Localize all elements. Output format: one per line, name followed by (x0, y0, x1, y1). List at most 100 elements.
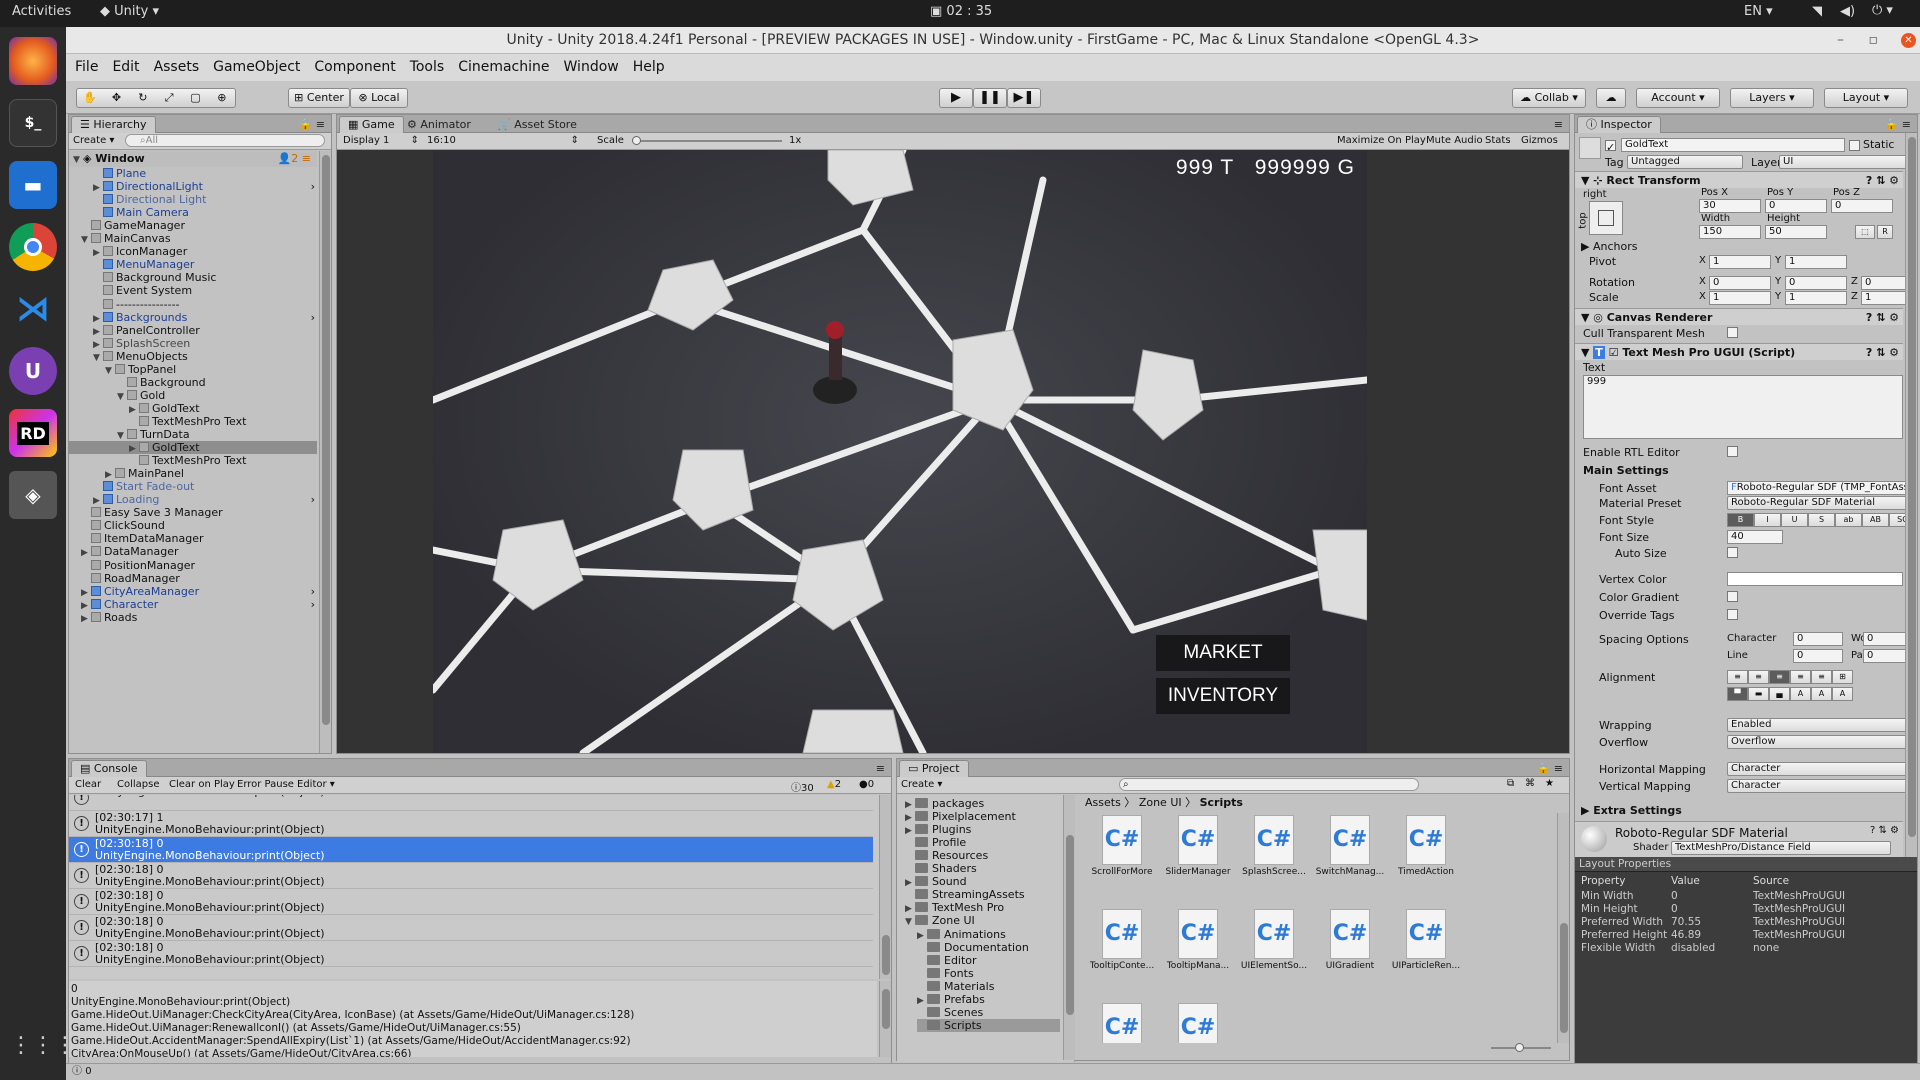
city-node[interactable] (802, 709, 904, 753)
pos-x-field[interactable]: 30 (1699, 199, 1761, 213)
hierarchy-row[interactable]: ▶ Loading › (69, 493, 317, 506)
hand-tool-icon[interactable]: ✋ (77, 89, 103, 107)
hierarchy-row[interactable]: Event System (69, 284, 317, 297)
align-midline-icon[interactable]: A (1811, 687, 1832, 701)
script-asset[interactable]: C#VirtualCurso... (1163, 1003, 1233, 1043)
move-tool-icon[interactable]: ✥ (103, 89, 129, 107)
script-asset[interactable]: C# UIElementSo... (1239, 909, 1309, 971)
project-folder[interactable]: ▶ TextMesh Pro (905, 901, 1060, 914)
city-node[interactable] (1312, 529, 1367, 621)
align-top-icon[interactable]: ▀ (1727, 687, 1748, 701)
width-field[interactable]: 150 (1699, 225, 1761, 239)
rider-icon[interactable]: RD (9, 409, 57, 457)
scale-slider-handle[interactable] (632, 136, 641, 145)
market-button[interactable]: MARKET (1156, 635, 1290, 671)
console-clear-on-play-button[interactable]: Clear on Play (169, 779, 235, 790)
open-prefab-icon[interactable]: › (311, 585, 315, 598)
tab-inspector[interactable]: ⓘ Inspector (1577, 116, 1661, 133)
script-asset[interactable]: C# TooltipConte... (1087, 909, 1157, 971)
console-detail-scrollbar[interactable] (879, 981, 891, 1057)
menu-tools[interactable]: Tools (403, 54, 452, 81)
hierarchy-row[interactable]: ▶ IconManager (69, 245, 317, 258)
asset-grid-scrollbar[interactable] (1557, 813, 1569, 1043)
component-menu-icon[interactable]: ? ⇅ ⚙ (1866, 309, 1899, 326)
hierarchy-row[interactable]: ▶ DataManager (69, 545, 317, 558)
active-checkbox[interactable]: ✓ (1605, 140, 1616, 154)
scrollbar-thumb[interactable] (1066, 835, 1074, 1015)
play-button[interactable]: ▶ (939, 88, 973, 108)
stats-toggle[interactable]: Stats (1485, 135, 1511, 146)
project-panel-menu-icon[interactable]: 🔒 ≡ (1537, 761, 1563, 777)
hierarchy-row[interactable]: ▶ MainPanel (69, 467, 317, 480)
vscode-icon[interactable]: ⋊ (9, 285, 57, 333)
hierarchy-row[interactable]: Plane (69, 167, 317, 180)
console-clear-button[interactable]: Clear (75, 779, 101, 790)
height-field[interactable]: 50 (1765, 225, 1827, 239)
pos-y-field[interactable]: 0 (1765, 199, 1827, 213)
files-icon[interactable]: ▬ (9, 161, 57, 209)
menu-window[interactable]: Window (557, 54, 626, 81)
transform-tool-icon[interactable]: ⊕ (209, 89, 235, 107)
gameobject-name-field[interactable]: GoldText (1621, 138, 1845, 152)
align-left-icon[interactable]: ≡ (1727, 670, 1748, 684)
script-asset[interactable]: C#VirtualCurso... (1087, 1003, 1157, 1043)
panel-menu-icon[interactable]: 🔒 ≡ (299, 117, 325, 133)
tmp-enabled-checkbox[interactable]: ☑ (1609, 346, 1623, 359)
style-underline-button[interactable]: U (1781, 513, 1808, 527)
inventory-button[interactable]: INVENTORY (1156, 678, 1290, 714)
hierarchy-row[interactable]: ▼ TopPanel (69, 363, 317, 376)
hierarchy-row[interactable]: TextMeshPro Text (69, 415, 317, 428)
extra-settings-foldout[interactable]: ▶ Extra Settings (1581, 804, 1682, 817)
hierarchy-row[interactable]: ▶ DirectionalLight › (69, 180, 317, 193)
project-folder[interactable]: Documentation (917, 941, 1060, 954)
hierarchy-row[interactable]: ▶ PanelController (69, 324, 317, 337)
hierarchy-row[interactable]: ▶ SplashScreen (69, 337, 317, 350)
anchor-presets-button[interactable] (1589, 201, 1623, 235)
game-viewport[interactable]: 999 T 999999 G MARKET INVENTORY (433, 150, 1367, 753)
canvas-renderer-header[interactable]: ▼ ◎ Canvas Renderer ? ⇅ ⚙ (1575, 308, 1903, 325)
cull-mesh-checkbox[interactable] (1727, 327, 1738, 338)
hierarchy-row[interactable]: Start Fade-out (69, 480, 317, 493)
close-button[interactable]: ✕ (1901, 33, 1916, 48)
component-menu-icon[interactable]: ? ⇅ ⚙ (1866, 172, 1899, 189)
show-apps-icon[interactable]: ⋮⋮⋮ (10, 1023, 76, 1069)
script-asset[interactable]: C# UIParticleRen... (1391, 909, 1461, 971)
hierarchy-row[interactable]: TextMeshPro Text (69, 454, 317, 467)
console-editor-dropdown[interactable]: Editor ▾ (297, 779, 335, 790)
expand-arrow[interactable]: ▶ (81, 613, 91, 626)
tab-project[interactable]: ▭ Project (899, 760, 969, 777)
align-middle-icon[interactable]: ▬ (1748, 687, 1769, 701)
project-folder[interactable]: ▶ Prefabs (917, 993, 1060, 1006)
favorite-icon[interactable]: ★ (1545, 778, 1554, 789)
project-folder[interactable]: Editor (917, 954, 1060, 967)
folder-tree-scrollbar[interactable] (1063, 795, 1075, 1060)
tab-asset-store[interactable]: 🛒 Asset Store (497, 117, 577, 133)
char-spacing-field[interactable]: 0 (1793, 632, 1843, 646)
rect-tool-icon[interactable]: ▢ (182, 89, 208, 107)
account-dropdown[interactable]: Account ▾ (1636, 88, 1720, 108)
open-prefab-icon[interactable]: › (311, 493, 315, 506)
volume-icon[interactable]: ◀) (1840, 4, 1855, 19)
filter-label-icon[interactable]: ⌘ (1525, 778, 1535, 789)
unity-icon[interactable]: ◈ (9, 471, 57, 519)
console-collapse-button[interactable]: Collapse (117, 779, 160, 790)
script-asset[interactable]: C# ScrollForMore (1087, 815, 1157, 877)
warning-count-toggle[interactable]: ▲2 (827, 779, 841, 790)
inspector-menu-icon[interactable]: 🔒 ≡ (1885, 117, 1911, 133)
hierarchy-row[interactable]: ▶ Character › (69, 598, 317, 611)
slider-handle[interactable] (1515, 1043, 1524, 1052)
hierarchy-row[interactable]: ▼ TurnData (69, 428, 317, 441)
terminal-icon[interactable]: $_ (9, 99, 57, 147)
power-icon[interactable]: ⏻ ▾ (1872, 3, 1893, 18)
activities-button[interactable]: Activities (12, 4, 71, 19)
minimize-button[interactable]: – (1837, 27, 1844, 54)
pivot-local-button[interactable]: ⊗ Local (350, 88, 408, 108)
aspect-dropdown[interactable]: 16:10 ⇕ (427, 135, 579, 146)
hierarchy-row[interactable]: ▶ GoldText (69, 402, 317, 415)
tab-game[interactable]: ▦ Game (339, 116, 404, 133)
hierarchy-row[interactable]: ▶ Backgrounds › (69, 311, 317, 324)
hierarchy-row[interactable]: RoadManager (69, 572, 317, 585)
blueprint-mode-button[interactable]: ⬚ (1855, 225, 1875, 239)
hierarchy-row[interactable]: ▶ Roads (69, 611, 317, 624)
raw-edit-button[interactable]: R (1877, 225, 1893, 239)
